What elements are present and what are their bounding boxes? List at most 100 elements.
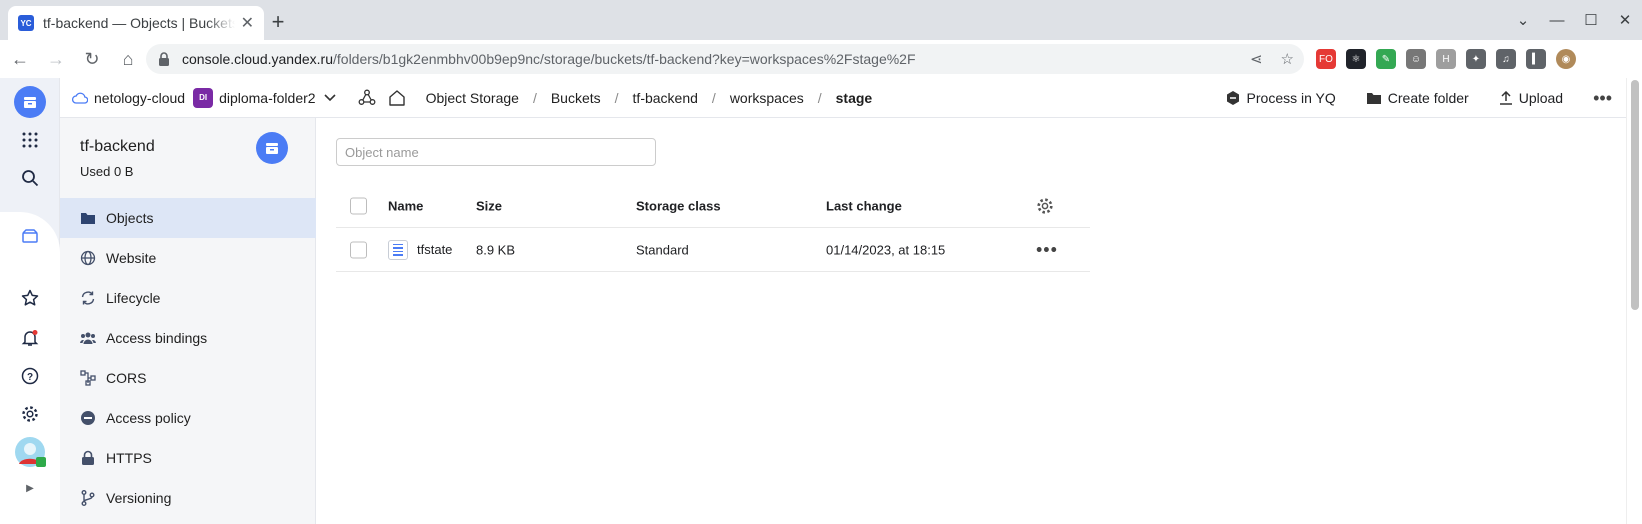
bucket-name: tf-backend	[80, 138, 155, 155]
cloud-selector[interactable]: netology-cloud	[94, 90, 185, 106]
sidebar-item-objects[interactable]: Objects	[60, 198, 316, 238]
column-header-name[interactable]: Name	[388, 198, 423, 213]
share-icon[interactable]: ⋖	[1250, 50, 1263, 68]
scrollbar-thumb[interactable]	[1631, 80, 1639, 310]
bucket-menu: Objects Website Lifecycle Access binding…	[60, 198, 316, 518]
people-icon	[80, 330, 96, 346]
h-extension-icon[interactable]: H	[1436, 49, 1456, 69]
site-info-icon[interactable]	[158, 52, 170, 66]
new-tab-button[interactable]: +	[264, 8, 292, 36]
marketplace-icon[interactable]	[14, 220, 46, 252]
cycle-icon	[80, 290, 96, 306]
objects-content: Name Size Storage class Last change tfst…	[316, 118, 1626, 524]
sidebar-item-versioning[interactable]: Versioning	[60, 478, 316, 518]
folder-badge: DI	[193, 87, 214, 108]
process-in-yq-button[interactable]: Process in YQ	[1225, 90, 1336, 106]
breadcrumb-workspaces[interactable]: workspaces	[730, 90, 804, 106]
all-services-icon[interactable]	[14, 124, 46, 156]
address-bar[interactable]: console.cloud.yandex.ru/folders/b1gk2enm…	[146, 44, 1304, 74]
folder-plus-icon	[1366, 91, 1382, 105]
bookmark-star-icon[interactable]: ☆	[1281, 50, 1294, 68]
sidebar-item-cors[interactable]: CORS	[60, 358, 316, 398]
bucket-icon	[256, 132, 288, 164]
minimize-button[interactable]: —	[1540, 12, 1574, 29]
minus-circle-icon	[80, 410, 96, 426]
cors-icon	[80, 370, 96, 386]
sidebar-item-lifecycle[interactable]: Lifecycle	[60, 278, 316, 318]
maximize-button[interactable]: ☐	[1574, 11, 1608, 29]
react-devtools-icon[interactable]: ⚛	[1346, 49, 1366, 69]
tab-title: tf-backend — Objects | Buckets	[43, 15, 235, 31]
forward-button[interactable]: →	[40, 43, 72, 75]
header-bar: netology-cloud DI diploma-folder2 Object…	[60, 78, 1642, 118]
tab-search-icon[interactable]: ⌄	[1506, 11, 1540, 29]
media-icon[interactable]: ♫	[1496, 49, 1516, 69]
close-tab-icon[interactable]: ✕	[241, 13, 254, 33]
sidebar-item-website[interactable]: Website	[60, 238, 316, 278]
object-last-change: 01/14/2023, at 18:15	[826, 242, 946, 257]
extensions-area: FO ⚛ ✎ ☺ H ✦ ♫ ▍ ◉	[1316, 44, 1576, 74]
bucket-usage: Used 0 B	[80, 164, 134, 179]
home-icon[interactable]	[388, 89, 406, 107]
folder-icon	[80, 210, 96, 226]
service-map-icon[interactable]	[358, 89, 376, 107]
cloud-icon	[72, 92, 88, 104]
lock-icon	[80, 450, 96, 466]
column-settings-gear-icon[interactable]	[1036, 197, 1054, 215]
edit-extension-icon[interactable]: ✎	[1376, 49, 1396, 69]
column-header-size[interactable]: Size	[476, 198, 502, 213]
sidepanel-icon[interactable]: ▍	[1526, 49, 1546, 69]
column-header-storage-class[interactable]: Storage class	[636, 198, 721, 213]
table-row[interactable]: tfstate 8.9 KB Standard 01/14/2023, at 1…	[336, 228, 1090, 272]
url-path: /folders/b1gk2enmbhv00b9ep9nc/storage/bu…	[333, 51, 916, 67]
sidebar-item-access-bindings[interactable]: Access bindings	[60, 318, 316, 358]
puzzle-icon[interactable]: ✦	[1466, 49, 1486, 69]
browser-toolbar: ← → ↻ ⌂ console.cloud.yandex.ru/folders/…	[0, 40, 1642, 78]
close-window-button[interactable]: ✕	[1608, 11, 1642, 29]
profile-avatar[interactable]: ◉	[1556, 49, 1576, 69]
bucket-sidebar: tf-backend Used 0 B Objects Website Life…	[60, 118, 316, 524]
notifications-bell-icon[interactable]	[14, 322, 46, 354]
sidebar-item-https[interactable]: HTTPS	[60, 438, 316, 478]
breadcrumb-buckets[interactable]: Buckets	[551, 90, 601, 106]
page-scrollbar[interactable]	[1626, 78, 1642, 524]
row-checkbox[interactable]	[350, 241, 367, 258]
window-controls: ⌄ — ☐ ✕	[1506, 0, 1642, 40]
objects-table: Name Size Storage class Last change tfst…	[336, 184, 1090, 272]
user-avatar[interactable]	[14, 436, 46, 468]
settings-gear-icon[interactable]	[14, 398, 46, 430]
yandex-cloud-favicon: YC	[18, 15, 34, 31]
browser-tab[interactable]: YC tf-backend — Objects | Buckets ✕	[8, 6, 264, 40]
column-header-last-change[interactable]: Last change	[826, 198, 902, 213]
back-button[interactable]: ←	[4, 43, 36, 75]
favorites-star-icon[interactable]	[14, 282, 46, 314]
fo-extension-icon[interactable]: FO	[1316, 49, 1336, 69]
browser-tab-bar: YC tf-backend — Objects | Buckets ✕ + ⌄ …	[0, 0, 1642, 40]
expand-nav-icon[interactable]: ▶	[14, 480, 46, 496]
object-name-search-input[interactable]	[336, 138, 656, 166]
object-storage-class: Standard	[636, 242, 689, 257]
breadcrumb-object-storage[interactable]: Object Storage	[426, 90, 519, 106]
chevron-down-icon[interactable]	[323, 93, 336, 102]
row-actions-icon[interactable]: •••	[1036, 239, 1058, 260]
upload-icon	[1499, 91, 1513, 105]
globe-icon	[80, 250, 96, 266]
console-app: ? ▶ netology-cloud DI diploma-folder2 Ob…	[0, 78, 1642, 524]
breadcrumb-bucket[interactable]: tf-backend	[633, 90, 698, 106]
more-actions-icon[interactable]: •••	[1593, 88, 1612, 109]
robot-extension-icon[interactable]: ☺	[1406, 49, 1426, 69]
sidebar-item-access-policy[interactable]: Access policy	[60, 398, 316, 438]
create-folder-button[interactable]: Create folder	[1366, 90, 1469, 106]
select-all-checkbox[interactable]	[350, 197, 367, 214]
object-size: 8.9 KB	[476, 242, 516, 257]
search-icon[interactable]	[14, 162, 46, 194]
url-host: console.cloud.yandex.ru	[182, 51, 333, 67]
upload-button[interactable]: Upload	[1499, 90, 1563, 106]
object-name-link[interactable]: tfstate	[417, 242, 452, 257]
home-button[interactable]: ⌂	[112, 43, 144, 75]
help-icon[interactable]: ?	[14, 360, 46, 392]
folder-selector[interactable]: diploma-folder2	[219, 90, 316, 106]
reload-button[interactable]: ↻	[76, 43, 108, 75]
object-storage-service-icon[interactable]	[14, 86, 46, 118]
global-navigation: ? ▶	[0, 78, 60, 524]
